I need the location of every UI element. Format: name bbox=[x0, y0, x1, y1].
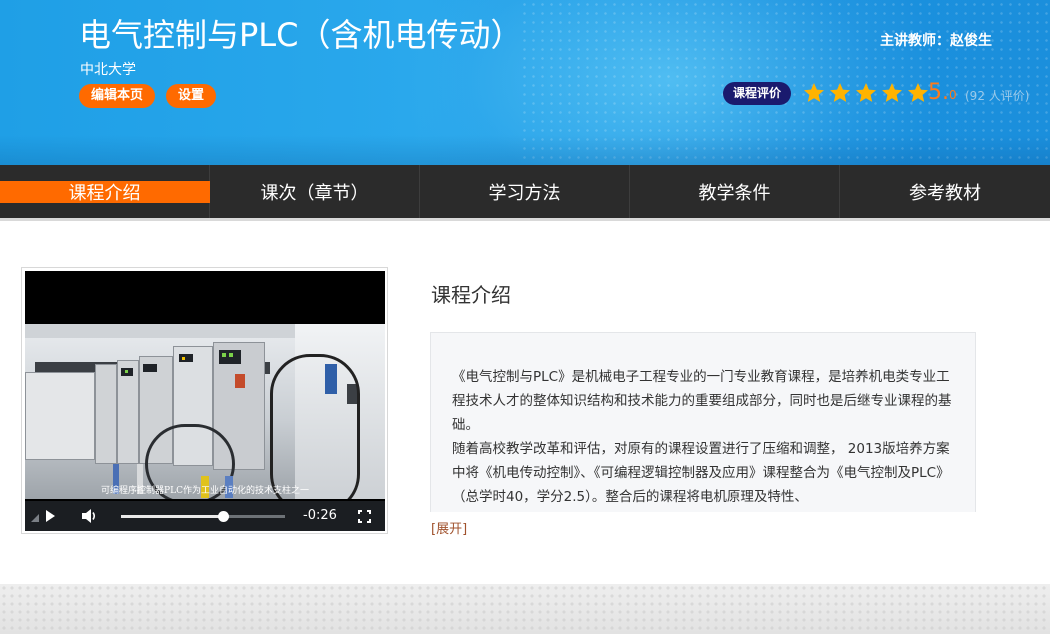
tab-teaching-conditions[interactable]: 教学条件 bbox=[630, 165, 840, 218]
video-time-remaining: -0:26 bbox=[303, 508, 337, 523]
star-icon bbox=[908, 83, 928, 102]
intro-paragraph: 随着高校教学改革和评估，对原有的课程设置进行了压缩和调整， 2013版培养方案中… bbox=[452, 441, 950, 505]
intro-paragraph: 《电气控制与PLC》是机械电子工程专业的一门专业教育课程，是培养机电类专业工程技… bbox=[452, 369, 952, 433]
settings-button[interactable]: 设置 bbox=[166, 84, 217, 108]
video-frame bbox=[25, 324, 385, 499]
video-progress-fill bbox=[121, 515, 223, 518]
rating-stars bbox=[802, 81, 930, 107]
course-nav: 课程介绍 课次（章节） 学习方法 教学条件 参考教材 bbox=[0, 165, 1050, 218]
rating-count: (92 人评价) bbox=[965, 89, 1030, 103]
volume-icon[interactable] bbox=[81, 508, 98, 524]
star-icon bbox=[830, 83, 850, 102]
rating-score: 5.0 bbox=[928, 80, 957, 105]
star-icon bbox=[856, 83, 876, 102]
video-subtitle: 可编程序控制器PLC作为工业自动化的技术支柱之一 bbox=[101, 486, 309, 496]
play-icon[interactable] bbox=[43, 509, 57, 523]
video-progress-knob[interactable] bbox=[217, 511, 229, 522]
star-icon bbox=[882, 83, 902, 102]
video-player[interactable]: 可编程序控制器PLC作为工业自动化的技术支柱之一 -0:26 bbox=[21, 267, 388, 534]
footer-decoration bbox=[0, 584, 1050, 634]
course-rating-button[interactable]: 课程评价 bbox=[723, 82, 792, 105]
university-name: 中北大学 bbox=[80, 62, 136, 78]
resize-handle-icon bbox=[31, 514, 39, 522]
tab-lessons[interactable]: 课次（章节） bbox=[210, 165, 420, 218]
intro-text-box: 《电气控制与PLC》是机械电子工程专业的一门专业教育课程，是培养机电类专业工程技… bbox=[430, 332, 976, 512]
course-title: 电气控制与PLC（含机电传动） bbox=[79, 16, 523, 54]
video-controls: -0:26 bbox=[25, 501, 385, 531]
star-icon bbox=[804, 83, 824, 102]
tab-study-methods[interactable]: 学习方法 bbox=[420, 165, 630, 218]
tab-reference-books[interactable]: 参考教材 bbox=[840, 165, 1050, 218]
edit-page-button[interactable]: 编辑本页 bbox=[79, 84, 156, 108]
tab-course-intro[interactable]: 课程介绍 bbox=[0, 165, 210, 218]
intro-heading: 课程介绍 bbox=[431, 283, 511, 307]
teacher-name: 主讲教师：赵俊生 bbox=[880, 33, 992, 49]
course-banner: 电气控制与PLC（含机电传动） 中北大学 编辑本页 设置 主讲教师：赵俊生 课程… bbox=[0, 0, 1050, 165]
fullscreen-icon[interactable] bbox=[358, 510, 371, 523]
expand-link[interactable]: [展开] bbox=[431, 518, 467, 537]
